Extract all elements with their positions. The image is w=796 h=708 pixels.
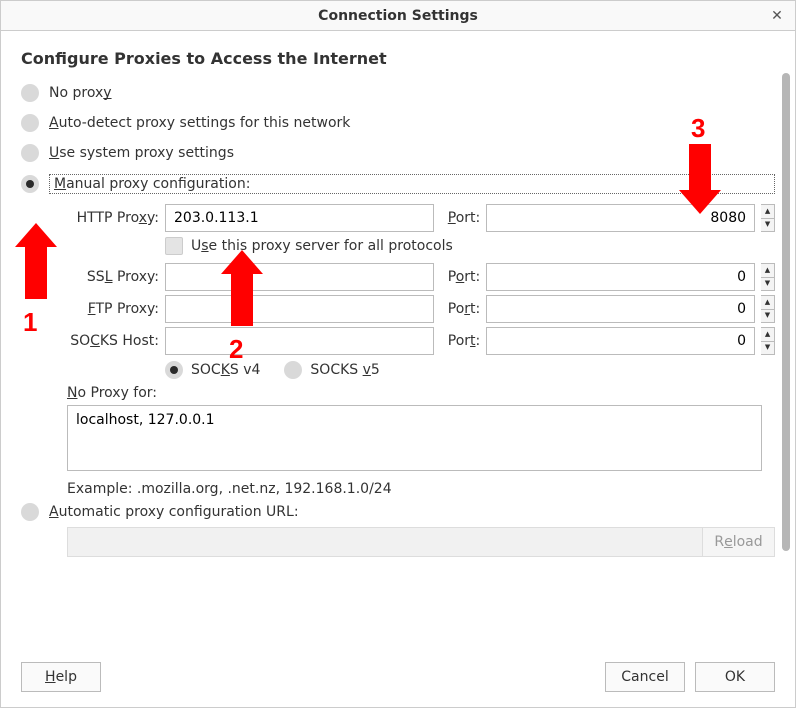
- radio-no-proxy-label: No proxy: [49, 85, 112, 101]
- radio-button-icon: [284, 361, 302, 379]
- window-title: Connection Settings: [318, 8, 478, 24]
- radio-auto-url[interactable]: Automatic proxy configuration URL:: [21, 497, 775, 525]
- radio-manual-proxy[interactable]: Manual proxy configuration:: [21, 168, 775, 200]
- ssl-port-label: Port:: [448, 269, 481, 285]
- spinner-up-icon[interactable]: ▲: [761, 205, 774, 219]
- radio-button-icon: [165, 361, 183, 379]
- no-proxy-for-section: No Proxy for:: [67, 385, 775, 475]
- radio-system-proxy[interactable]: Use system proxy settings: [21, 138, 775, 168]
- socks-host-label: SOCKS Host:: [67, 333, 159, 349]
- cancel-button[interactable]: Cancel: [605, 662, 685, 692]
- ssl-proxy-row: SSL Proxy: Port: ▲ ▼: [67, 263, 775, 291]
- auto-url-input: [67, 527, 703, 557]
- ftp-port-spinner[interactable]: ▲ ▼: [761, 295, 775, 323]
- socks-version-group: SOCKS v4 SOCKS v5: [165, 361, 775, 379]
- radio-socks-v4[interactable]: SOCKS v4: [165, 361, 260, 379]
- radio-button-icon: [21, 144, 39, 162]
- dialog-body: Configure Proxies to Access the Internet…: [1, 31, 795, 647]
- close-icon[interactable]: ✕: [767, 1, 787, 31]
- radio-auto-url-label: Automatic proxy configuration URL:: [49, 504, 299, 520]
- reload-button: Reload: [703, 527, 775, 557]
- socks-port-label: Port:: [448, 333, 480, 349]
- checkbox-icon: [165, 237, 183, 255]
- no-proxy-for-input[interactable]: [67, 405, 762, 471]
- ssl-port-spinner[interactable]: ▲ ▼: [761, 263, 775, 291]
- vertical-scrollbar[interactable]: [782, 73, 790, 551]
- spinner-up-icon[interactable]: ▲: [761, 328, 774, 342]
- socks-host-input[interactable]: [165, 327, 434, 355]
- ftp-proxy-input[interactable]: [165, 295, 434, 323]
- spinner-down-icon[interactable]: ▼: [761, 278, 774, 291]
- http-port-label: Port:: [448, 210, 480, 226]
- ssl-proxy-label: SSL Proxy:: [67, 269, 159, 285]
- http-port-spinner[interactable]: ▲ ▼: [761, 204, 775, 232]
- http-port-input[interactable]: [486, 204, 755, 232]
- socks-host-row: SOCKS Host: Port: ▲ ▼: [67, 327, 775, 355]
- no-proxy-for-label: No Proxy for:: [67, 385, 775, 401]
- spinner-up-icon[interactable]: ▲: [761, 296, 774, 310]
- use-for-all-label: Use this proxy server for all protocols: [191, 238, 453, 254]
- help-button[interactable]: Help: [21, 662, 101, 692]
- ftp-proxy-row: FTP Proxy: Port: ▲ ▼: [67, 295, 775, 323]
- ftp-proxy-label: FTP Proxy:: [67, 301, 159, 317]
- radio-socks-v4-label: SOCKS v4: [191, 362, 260, 378]
- manual-proxy-fields: HTTP Proxy: Port: ▲ ▼ Use this proxy ser…: [67, 204, 775, 379]
- ssl-proxy-input[interactable]: [165, 263, 434, 291]
- spinner-down-icon[interactable]: ▼: [761, 219, 774, 232]
- no-proxy-example: Example: .mozilla.org, .net.nz, 192.168.…: [67, 481, 775, 497]
- radio-socks-v5-label: SOCKS v5: [310, 362, 379, 378]
- scrollbar-thumb[interactable]: [782, 73, 790, 551]
- radio-button-icon: [21, 114, 39, 132]
- radio-button-icon: [21, 84, 39, 102]
- titlebar: Connection Settings ✕: [1, 1, 795, 31]
- radio-button-icon: [21, 175, 39, 193]
- socks-port-input[interactable]: [486, 327, 755, 355]
- http-proxy-label: HTTP Proxy:: [67, 210, 159, 226]
- radio-auto-detect-label: Auto-detect proxy settings for this netw…: [49, 115, 350, 131]
- radio-manual-proxy-label: Manual proxy configuration:: [49, 174, 775, 194]
- annotation-arrow-1: [25, 223, 47, 299]
- spinner-down-icon[interactable]: ▼: [761, 310, 774, 323]
- http-proxy-input[interactable]: [165, 204, 434, 232]
- radio-auto-detect[interactable]: Auto-detect proxy settings for this netw…: [21, 108, 775, 138]
- spinner-down-icon[interactable]: ▼: [761, 342, 774, 355]
- socks-port-spinner[interactable]: ▲ ▼: [761, 327, 775, 355]
- radio-system-proxy-label: Use system proxy settings: [49, 145, 234, 161]
- auto-url-row: Reload: [67, 527, 775, 557]
- ssl-port-input[interactable]: [486, 263, 755, 291]
- radio-button-icon: [21, 503, 39, 521]
- http-proxy-row: HTTP Proxy: Port: ▲ ▼: [67, 204, 775, 232]
- ok-button[interactable]: OK: [695, 662, 775, 692]
- radio-no-proxy[interactable]: No proxy: [21, 78, 775, 108]
- annotation-number-1: 1: [23, 307, 37, 338]
- use-for-all-checkbox[interactable]: Use this proxy server for all protocols: [165, 237, 775, 255]
- spinner-up-icon[interactable]: ▲: [761, 264, 774, 278]
- section-heading: Configure Proxies to Access the Internet: [21, 49, 775, 68]
- radio-socks-v5[interactable]: SOCKS v5: [284, 361, 379, 379]
- ftp-port-input[interactable]: [486, 295, 755, 323]
- ftp-port-label: Port:: [448, 301, 481, 317]
- dialog-footer: Help Cancel OK: [1, 647, 795, 707]
